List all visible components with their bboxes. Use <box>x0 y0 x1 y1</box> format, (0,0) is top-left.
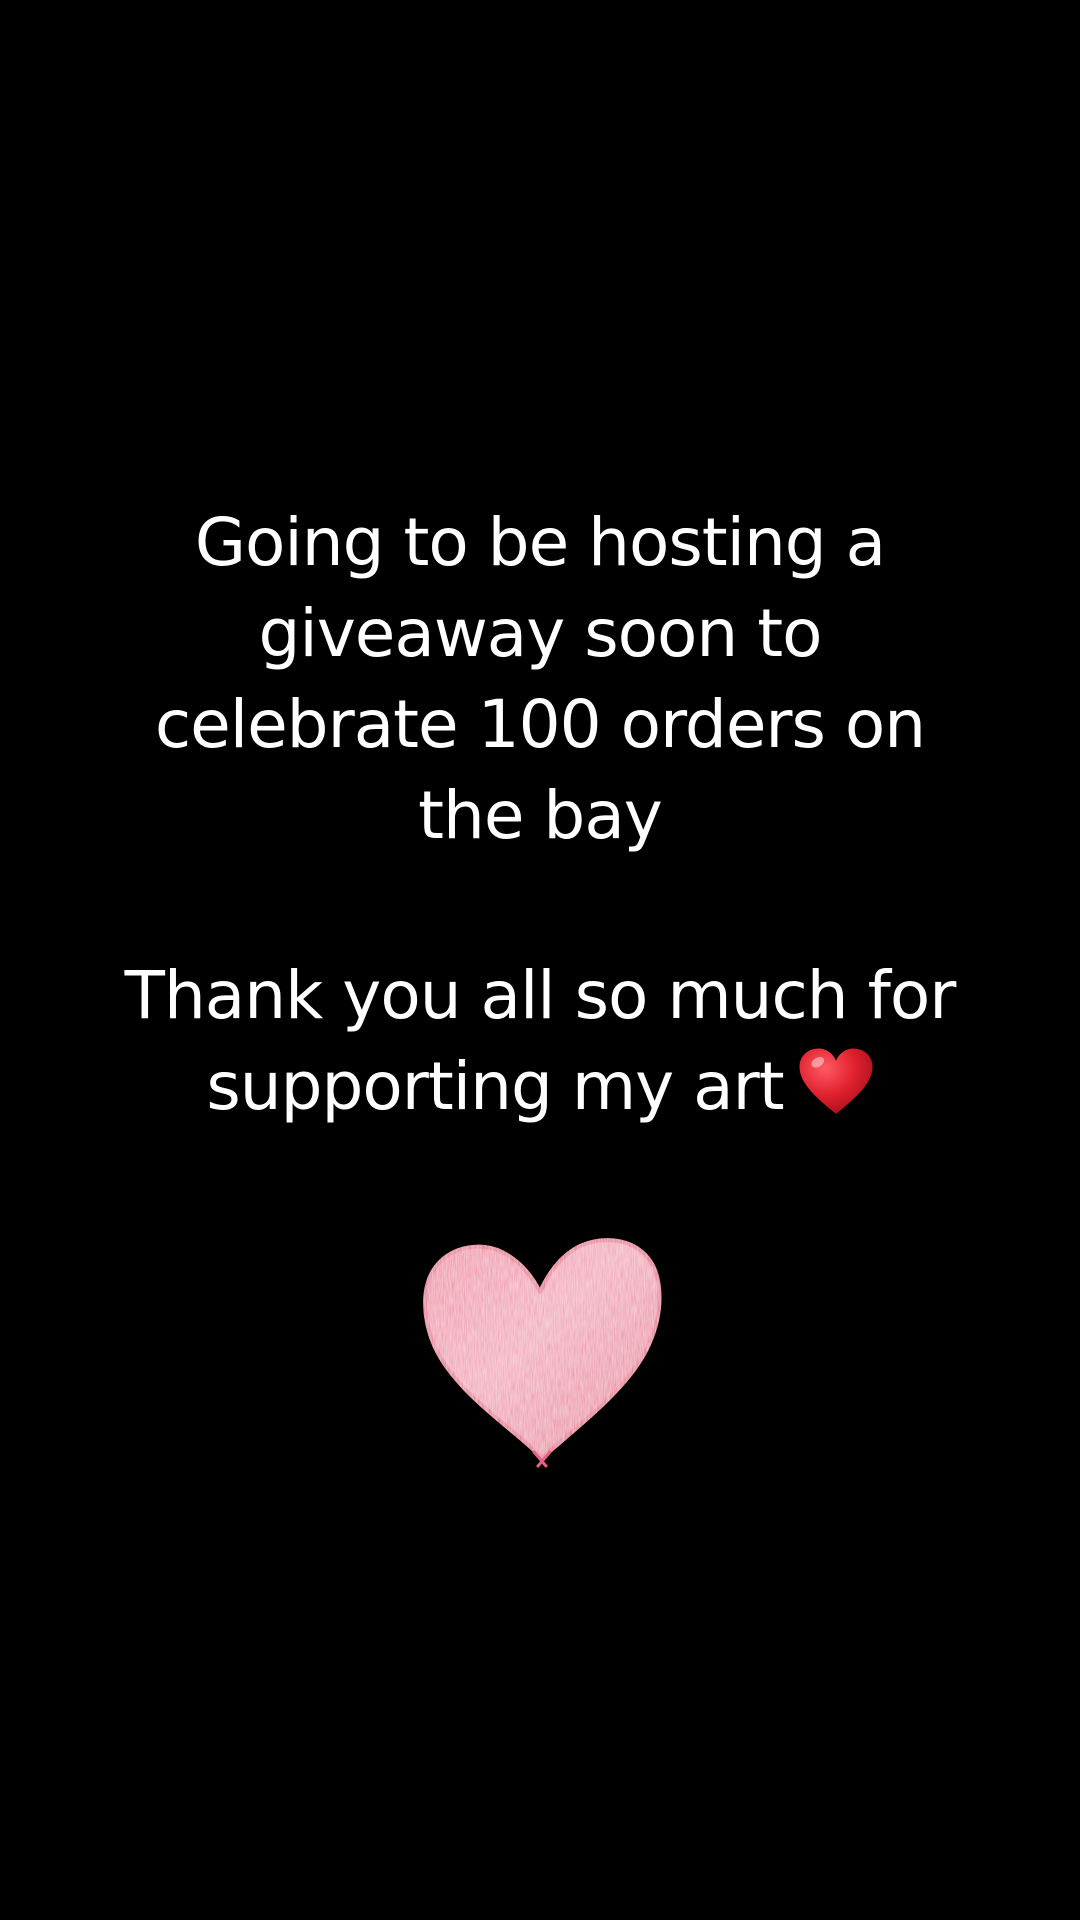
announcement-line-2: giveaway soon to <box>258 595 822 672</box>
thanks-line-2: supporting my art <box>206 1048 784 1125</box>
announcement-line-3: celebrate 100 orders on <box>154 686 926 763</box>
video-frame: Going to be hosting a giveaway soon to c… <box>0 0 1080 1920</box>
announcement-text: Going to be hosting a giveaway soon to c… <box>40 497 1040 861</box>
thanks-line-2-wrap: supporting my art <box>40 1041 1040 1140</box>
red-heart-emoji-icon <box>798 1047 874 1140</box>
announcement-line-1: Going to be hosting a <box>194 504 886 581</box>
announcement-line-4: the bay <box>418 777 663 854</box>
pink-crayon-heart-icon <box>420 1230 665 1470</box>
thanks-line-1: Thank you all so much for <box>124 957 957 1034</box>
thanks-text: Thank you all so much for supporting my … <box>40 950 1040 1140</box>
